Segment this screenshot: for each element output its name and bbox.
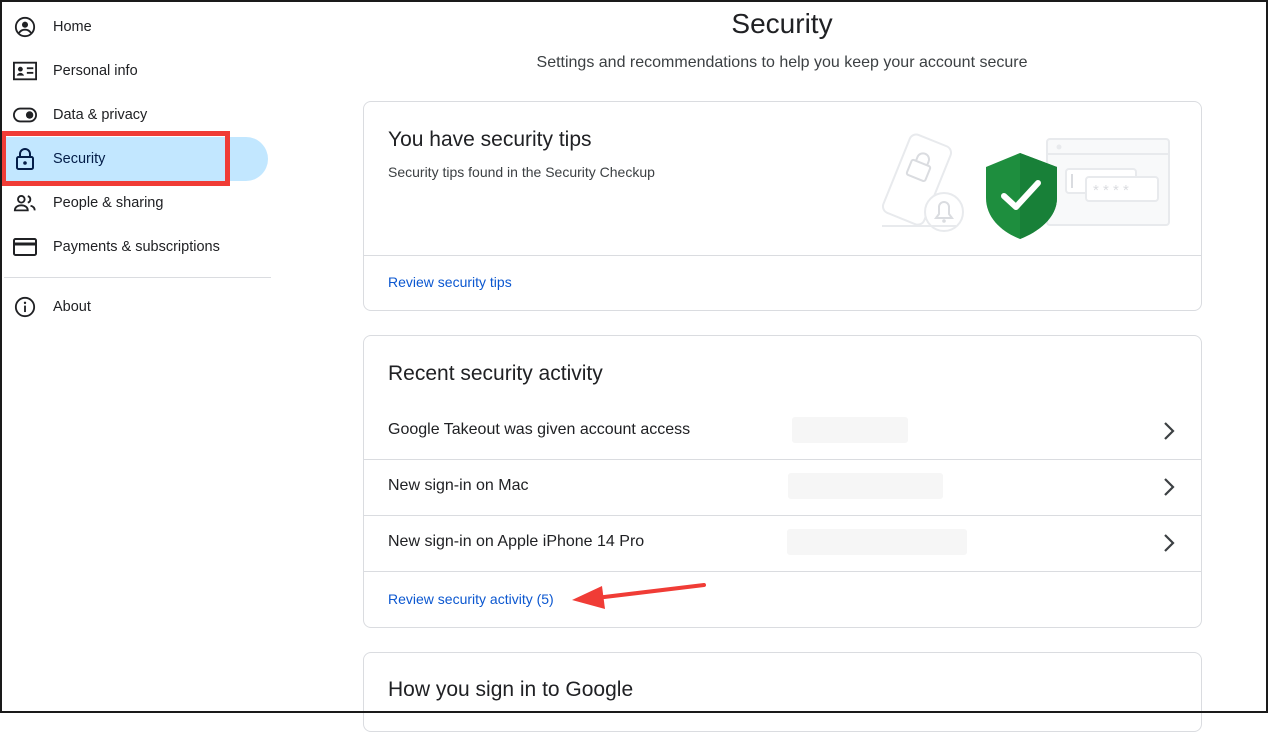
recent-security-activity-card: Recent security activity Google Takeout … <box>363 335 1202 628</box>
security-tips-card: You have security tips Security tips fou… <box>363 101 1202 311</box>
review-security-tips-link[interactable]: Review security tips <box>388 274 512 290</box>
redacted-details <box>788 473 943 499</box>
card-title: You have security tips <box>388 128 592 151</box>
sidebar-item-payments[interactable]: Payments & subscriptions <box>0 225 268 269</box>
security-illustration: * * * * <box>881 133 1170 239</box>
activity-row-iphone[interactable]: New sign-in on Apple iPhone 14 Pro <box>364 515 1201 571</box>
id-card-icon <box>13 60 37 82</box>
sidebar-item-label: Security <box>53 151 106 167</box>
sidebar-item-people-sharing[interactable]: People & sharing <box>0 181 268 225</box>
activity-row-mac[interactable]: New sign-in on Mac <box>364 459 1201 515</box>
chevron-right-icon <box>1164 534 1175 552</box>
activity-row-text: New sign-in on Mac <box>388 477 529 494</box>
account-circle-icon <box>13 16 37 38</box>
sidebar-item-label: Home <box>53 19 92 35</box>
card-title: How you sign in to Google <box>388 678 634 701</box>
sidebar-item-home[interactable]: Home <box>0 5 268 49</box>
lock-icon <box>13 148 37 170</box>
card-divider <box>364 255 1201 256</box>
password-mask-text: * * * * <box>1093 182 1129 199</box>
card-title: Recent security activity <box>388 362 603 385</box>
card-divider <box>364 571 1201 572</box>
chevron-right-icon <box>1164 422 1175 440</box>
card-description: Security tips found in the Security Chec… <box>388 164 655 180</box>
sidebar-item-about[interactable]: About <box>0 285 268 329</box>
sidebar-item-label: Data & privacy <box>53 107 148 123</box>
info-icon <box>13 296 37 318</box>
toggle-icon <box>13 104 37 126</box>
chevron-right-icon <box>1164 478 1175 496</box>
activity-row-takeout[interactable]: Google Takeout was given account access <box>364 403 1201 459</box>
sidebar: Home Personal info Data & privacy Securi… <box>0 0 272 713</box>
sidebar-item-label: About <box>53 299 91 315</box>
sidebar-item-label: Personal info <box>53 63 138 79</box>
credit-card-icon <box>13 236 37 258</box>
sidebar-item-security[interactable]: Security <box>0 137 268 181</box>
review-security-activity-link[interactable]: Review security activity (5) <box>388 591 554 607</box>
redacted-details <box>787 529 967 555</box>
page-title: Security <box>731 8 833 39</box>
sidebar-item-label: People & sharing <box>53 195 164 211</box>
activity-row-text: New sign-in on Apple iPhone 14 Pro <box>388 533 645 550</box>
annotation-arrow <box>572 583 706 609</box>
how-you-sign-in-card: How you sign in to Google <box>363 652 1202 732</box>
sidebar-divider <box>4 277 271 278</box>
sidebar-item-label: Payments & subscriptions <box>53 239 220 255</box>
sidebar-item-personal-info[interactable]: Personal info <box>0 49 268 93</box>
people-icon <box>13 192 37 214</box>
page-subtitle: Settings and recommendations to help you… <box>536 54 1028 71</box>
activity-row-text: Google Takeout was given account access <box>388 421 691 438</box>
sidebar-item-data-privacy[interactable]: Data & privacy <box>0 93 268 137</box>
redacted-details <box>792 417 908 443</box>
